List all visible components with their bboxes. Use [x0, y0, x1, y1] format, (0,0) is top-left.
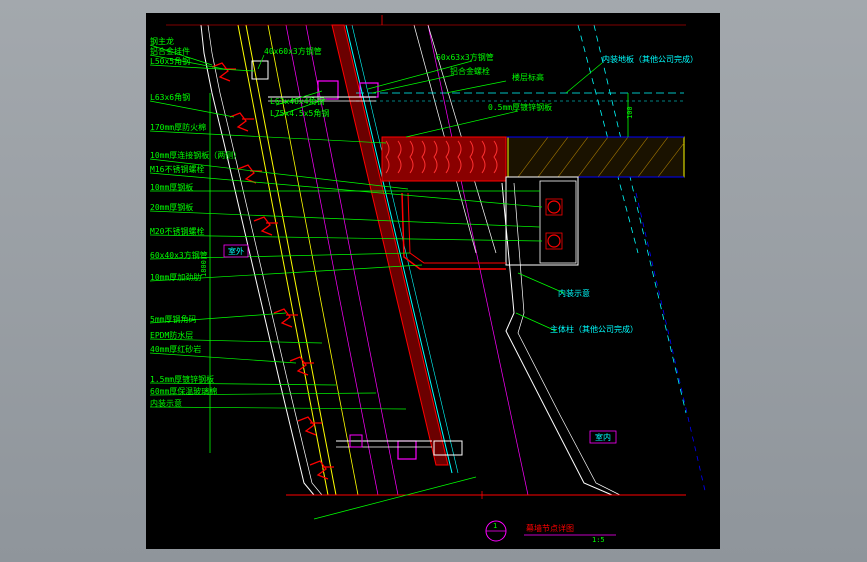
dimension-texts: 100 1800 [200, 106, 634, 277]
diag-dim-line [313, 476, 477, 520]
label-conn-plate: 10mm厚连接钢板（两侧） [150, 150, 241, 160]
zone-labels: 室外 室内 [223, 244, 617, 444]
scale-text: 1:5 [592, 536, 605, 544]
label-plate-10: 10mm厚钢板 [150, 182, 193, 192]
right-labels: 内装地板（其他公司完成） 内装示意 主体柱（其他公司完成） [550, 54, 698, 334]
anchor-7 [297, 416, 322, 436]
structural-lines [200, 24, 707, 496]
column-outline [501, 182, 613, 496]
curtain-wall-section-drawing[interactable]: 钢主龙 铝合金挂件 L50x5角钢 L63x6角钢 170mm厚防火棉 10mm… [146, 13, 720, 549]
insulation-line-1 [285, 24, 379, 496]
fireproof-block-body [381, 136, 507, 182]
bracket-arm [401, 192, 506, 270]
label-epdm: EPDM防水层 [150, 330, 193, 340]
label-mineral-wool: 60mm厚保温玻璃棉 [150, 386, 217, 396]
label-angle-code: 5mm厚钢角码 [150, 314, 196, 324]
bracket-plate [539, 180, 577, 264]
indoor-dash-3 [635, 192, 707, 496]
indoor-label: 室内 [595, 432, 611, 442]
label-galv-sheet: 1.5mm厚镀锌钢板 [150, 374, 214, 384]
floor-gap-dim: 100 [626, 106, 634, 119]
top-labels: 40x60x3方钢管 L63x40x4角钢 L75x4.5x5角钢 60x63x… [264, 46, 552, 118]
label-alu-bolt: 铝合金螺栓 [450, 66, 490, 76]
title-block: 1 幕墙节点详图 1:5 [485, 520, 616, 544]
label-alu-hanger: 铝合金挂件 [150, 46, 190, 56]
label-angle-l63x40: L63x40x4角钢 [270, 96, 325, 106]
insulation-line-3 [427, 24, 529, 496]
label-bolt-m16: M16不锈钢螺栓 [150, 164, 204, 174]
indoor-dash-2 [593, 24, 687, 414]
outdoor-label: 室外 [228, 246, 244, 256]
label-angle-l63: L63x6角钢 [150, 92, 190, 102]
label-interior-finish-right: 内装示意 [558, 288, 590, 298]
label-main-column: 主体柱（其他公司完成） [550, 324, 638, 334]
label-plate-20: 20mm厚钢板 [150, 202, 193, 212]
label-angle-l50: L50x5角钢 [150, 56, 190, 66]
label-main-rib: 钢主龙 [150, 36, 174, 46]
label-fireproof: 170mm厚防火棉 [150, 122, 206, 132]
anchor-2 [229, 112, 254, 132]
outer-stone-edge-2 [207, 24, 323, 496]
left-leaders [149, 44, 543, 410]
bolt-top [547, 200, 561, 214]
label-tube-40x60: 40x60x3方钢管 [264, 46, 322, 56]
label-tube-60x40: 60x40x3方钢管 [150, 250, 208, 260]
label-mortar: 40mm厚红砂岩 [150, 344, 201, 354]
label-tube-60x63: 60x63x3方钢管 [436, 52, 494, 62]
vertical-span-dim: 1800 [200, 260, 208, 277]
anchor-3 [237, 164, 262, 184]
detail-number: 1 [493, 522, 497, 530]
title-text: 幕墙节点详图 [526, 523, 574, 533]
drawing-canvas[interactable]: 钢主龙 铝合金挂件 L50x5角钢 L63x6角钢 170mm厚防火棉 10mm… [146, 13, 720, 549]
label-interior-floor: 内装地板（其他公司完成） [602, 54, 698, 64]
label-bolt-m20: M20不锈钢螺栓 [150, 226, 204, 236]
lower-connector-magenta [397, 440, 417, 460]
glass-line-1 [345, 24, 453, 474]
label-galv-plate: 0.5mm厚镀锌钢板 [488, 102, 552, 112]
label-angle-l75: L75x4.5x5角钢 [270, 108, 329, 118]
column-outline-2 [513, 182, 621, 496]
floor-slab-body [507, 136, 685, 178]
outer-stone-edge [200, 24, 315, 496]
label-interior-finish: 内装示意 [150, 398, 182, 408]
anchor-4 [253, 216, 278, 236]
bolt-bottom [547, 234, 561, 248]
label-floor-level: 楼层标高 [512, 72, 544, 82]
label-stiffener: 10mm厚加劲肋 [150, 272, 201, 282]
fireproof-block [381, 136, 507, 182]
left-labels: 钢主龙 铝合金挂件 L50x5角钢 L63x6角钢 170mm厚防火棉 10mm… [150, 36, 241, 408]
